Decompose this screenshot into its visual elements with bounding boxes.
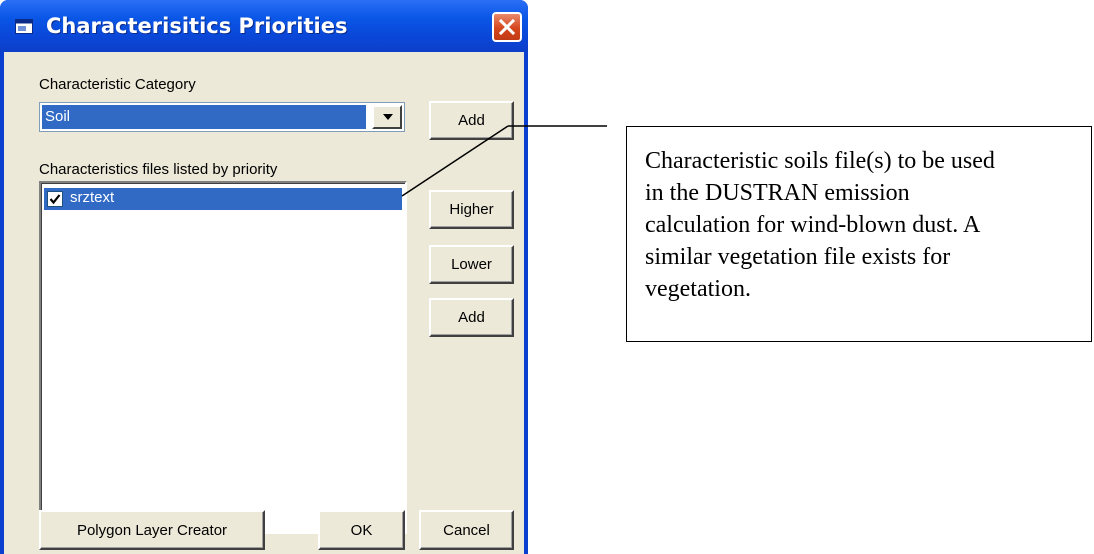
list-item[interactable]: srztext xyxy=(44,188,402,210)
file-name: srztext xyxy=(70,189,115,206)
higher-button[interactable]: Higher xyxy=(429,190,514,229)
window-title: Characterisitics Priorities xyxy=(46,14,348,38)
add-file-button[interactable]: Add xyxy=(429,298,514,337)
category-label: Characteristic Category xyxy=(39,76,196,93)
add-category-button[interactable]: Add xyxy=(429,101,514,140)
close-icon xyxy=(499,19,515,35)
category-dropdown-button[interactable] xyxy=(372,105,402,129)
title-bar[interactable]: Characterisitics Priorities xyxy=(0,0,528,52)
files-label: Characteristics files listed by priority xyxy=(39,161,278,178)
ok-button[interactable]: OK xyxy=(318,510,405,550)
window-icon xyxy=(15,19,33,34)
dialog-body: Characteristic Category Soil Add Charact… xyxy=(4,52,524,554)
dialog-window: Characterisitics Priorities Characterist… xyxy=(0,0,528,554)
checkmark-icon xyxy=(49,194,61,205)
callout-box: Characteristic soils file(s) to be used … xyxy=(626,126,1092,342)
chevron-down-icon xyxy=(383,114,393,120)
files-listbox[interactable]: srztext xyxy=(39,181,407,534)
category-select[interactable]: Soil xyxy=(39,102,405,132)
polygon-layer-creator-button[interactable]: Polygon Layer Creator xyxy=(39,510,265,550)
file-checkbox[interactable] xyxy=(47,191,63,207)
close-button[interactable] xyxy=(492,12,522,42)
cancel-button[interactable]: Cancel xyxy=(419,510,514,550)
callout-text: Characteristic soils file(s) to be used … xyxy=(645,148,995,302)
lower-button[interactable]: Lower xyxy=(429,245,514,284)
category-selected-value[interactable]: Soil xyxy=(42,105,366,129)
